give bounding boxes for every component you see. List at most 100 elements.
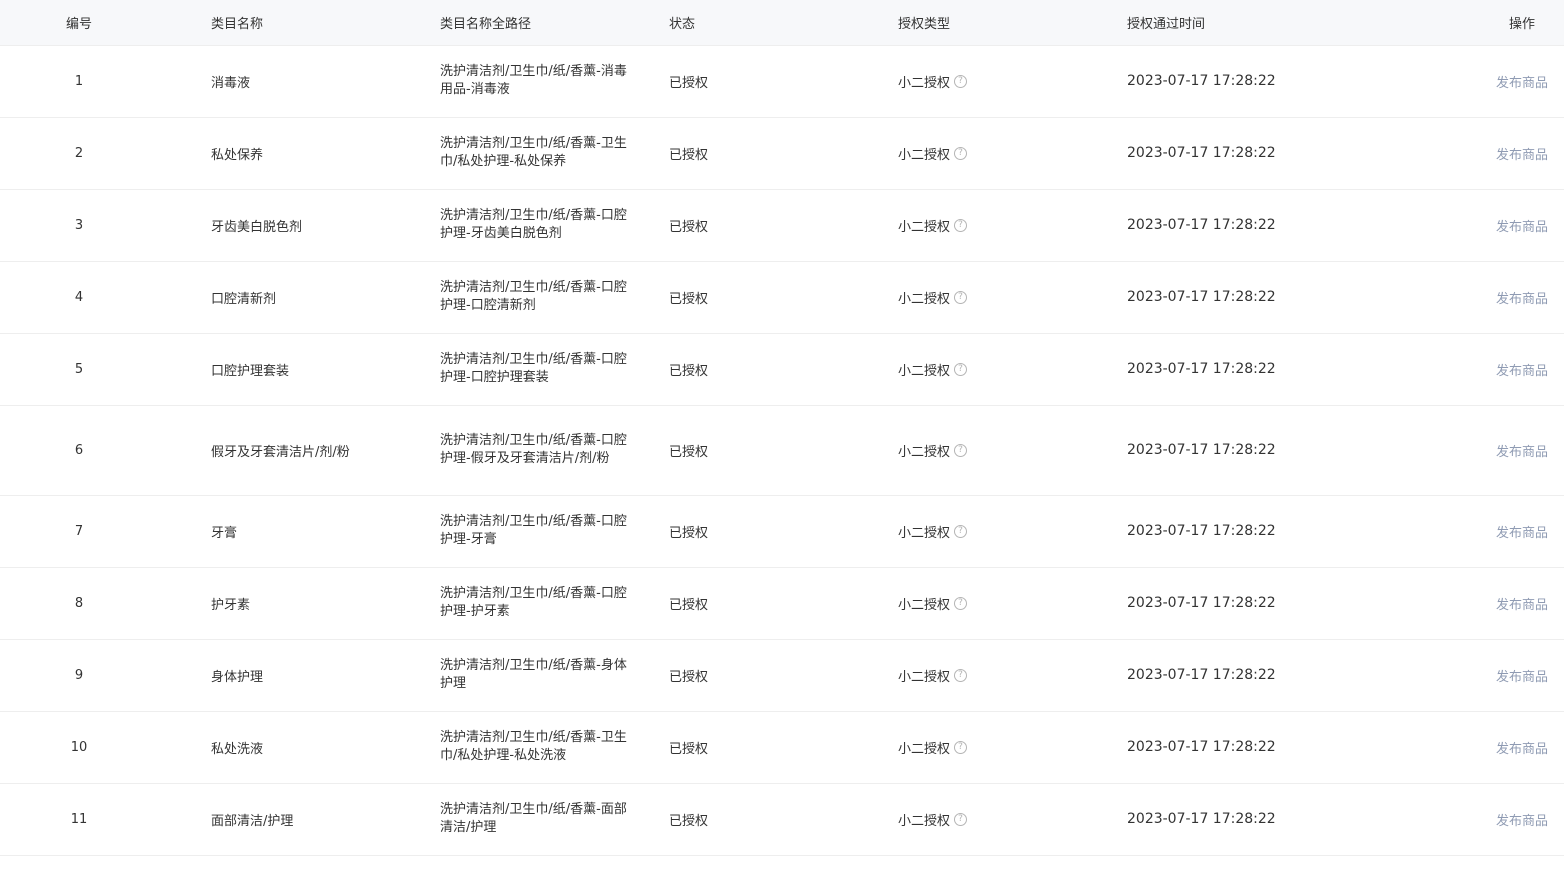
publish-product-link[interactable]: 发布商品: [1496, 220, 1548, 235]
status-text: 已授权: [669, 363, 709, 379]
category-path: 洗护清洁剂/卫生巾/纸/香薰-卫生巾/私处护理-私处保养: [440, 136, 627, 169]
cell-auth-time: 2023-07-17 17:28:22: [1127, 783, 1427, 856]
publish-product-link[interactable]: 发布商品: [1496, 148, 1548, 163]
category-path: 洗护清洁剂/卫生巾/纸/香薰-口腔护理-牙膏: [440, 514, 627, 547]
question-circle-icon[interactable]: ?: [954, 668, 968, 682]
question-circle-icon[interactable]: ?: [954, 290, 968, 304]
cell-status: 已授权: [669, 189, 898, 262]
cell-number: 5: [0, 333, 158, 406]
auth-time: 2023-07-17 17:28:22: [1127, 739, 1276, 755]
category-name: 口腔清新剂: [211, 291, 277, 307]
category-name: 消毒液: [211, 75, 251, 91]
publish-product-link[interactable]: 发布商品: [1496, 742, 1548, 757]
cell-category-path: 洗护清洁剂/卫生巾/纸/香薰-口腔护理-牙膏: [440, 495, 669, 568]
question-circle-icon[interactable]: ?: [954, 362, 968, 376]
auth-type-text: 小二授权: [898, 291, 951, 307]
auth-time: 2023-07-17 17:28:22: [1127, 595, 1276, 611]
row-number: 2: [74, 145, 84, 161]
auth-time: 2023-07-17 17:28:22: [1127, 145, 1276, 161]
cell-category-name: 护牙素: [158, 567, 440, 640]
cell-category-name: 牙齿美白脱色剂: [158, 189, 440, 262]
table-row: 10 私处洗液 洗护清洁剂/卫生巾/纸/香薰-卫生巾/私处护理-私处洗液 已授权 小二授…: [0, 711, 1564, 784]
cell-auth-type: 小二授权?: [898, 711, 1127, 784]
publish-product-link[interactable]: 发布商品: [1496, 670, 1548, 685]
auth-type: 小二授权?: [898, 360, 968, 379]
status-text: 已授权: [669, 444, 709, 460]
cell-auth-type: 小二授权?: [898, 45, 1127, 118]
cell-operation: 发布商品: [1427, 639, 1564, 712]
cell-auth-type: 小二授权?: [898, 405, 1127, 496]
cell-category-path: 洗护清洁剂/卫生巾/纸/香薰-口腔护理-假牙及牙套清洁片/剂/粉: [440, 405, 669, 496]
question-circle-icon[interactable]: ?: [954, 146, 968, 160]
publish-product-link[interactable]: 发布商品: [1496, 814, 1548, 829]
cell-number: 6: [0, 405, 158, 496]
publish-product-link[interactable]: 发布商品: [1496, 598, 1548, 613]
question-circle-icon[interactable]: ?: [954, 740, 968, 754]
cell-auth-time: 2023-07-17 17:28:22: [1127, 711, 1427, 784]
cell-category-path: 洗护清洁剂/卫生巾/纸/香薰-消毒用品-消毒液: [440, 45, 669, 118]
cell-category-name: 身体护理: [158, 639, 440, 712]
row-number: 9: [74, 667, 84, 683]
cell-operation: 发布商品: [1427, 117, 1564, 190]
row-number: 11: [70, 811, 88, 827]
auth-type-text: 小二授权: [898, 219, 951, 235]
publish-product-link[interactable]: 发布商品: [1496, 76, 1548, 91]
category-name: 私处保养: [211, 147, 264, 163]
cell-status: 已授权: [669, 405, 898, 496]
row-number: 7: [74, 523, 84, 539]
table-row: 11 面部清洁/护理 洗护清洁剂/卫生巾/纸/香薰-面部清洁/护理 已授权 小二授权? 2…: [0, 783, 1564, 856]
question-circle-icon[interactable]: ?: [954, 74, 968, 88]
table-row: 4 口腔清新剂 洗护清洁剂/卫生巾/纸/香薰-口腔护理-口腔清新剂 已授权 小二授权? 2…: [0, 261, 1564, 334]
cell-operation: 发布商品: [1427, 189, 1564, 262]
cell-operation: 发布商品: [1427, 567, 1564, 640]
header-auth-time: 授权通过时间: [1127, 0, 1427, 46]
cell-category-name: 面部清洁/护理: [158, 783, 440, 856]
question-circle-icon[interactable]: ?: [954, 596, 968, 610]
auth-type-text: 小二授权: [898, 813, 951, 829]
cell-category-path: 洗护清洁剂/卫生巾/纸/香薰-面部清洁/护理: [440, 783, 669, 856]
header-number: 编号: [0, 0, 158, 46]
category-name: 面部清洁/护理: [211, 813, 294, 829]
publish-product-link[interactable]: 发布商品: [1496, 364, 1548, 379]
category-path: 洗护清洁剂/卫生巾/纸/香薰-面部清洁/护理: [440, 802, 627, 835]
cell-number: 8: [0, 567, 158, 640]
cell-category-path: 洗护清洁剂/卫生巾/纸/香薰-口腔护理-口腔护理套装: [440, 333, 669, 406]
auth-type: 小二授权?: [898, 810, 968, 829]
category-name: 牙齿美白脱色剂: [211, 219, 303, 235]
row-number: 4: [74, 289, 84, 305]
category-path: 洗护清洁剂/卫生巾/纸/香薰-卫生巾/私处护理-私处洗液: [440, 730, 627, 763]
row-number: 3: [74, 217, 84, 233]
cell-auth-time: 2023-07-17 17:28:22: [1127, 495, 1427, 568]
cell-category-path: 洗护清洁剂/卫生巾/纸/香薰-身体护理: [440, 639, 669, 712]
question-circle-icon[interactable]: ?: [954, 443, 968, 457]
category-path: 洗护清洁剂/卫生巾/纸/香薰-口腔护理-牙齿美白脱色剂: [440, 208, 627, 241]
auth-type-text: 小二授权: [898, 669, 951, 685]
auth-type-text: 小二授权: [898, 363, 951, 379]
category-name: 口腔护理套装: [211, 363, 290, 379]
row-number: 10: [70, 739, 88, 755]
auth-type: 小二授权?: [898, 144, 968, 163]
cell-auth-type: 小二授权?: [898, 783, 1127, 856]
category-name: 牙膏: [211, 525, 238, 541]
table-row: 1 消毒液 洗护清洁剂/卫生巾/纸/香薰-消毒用品-消毒液 已授权 小二授权? 2023-…: [0, 45, 1564, 118]
table-body: 1 消毒液 洗护清洁剂/卫生巾/纸/香薰-消毒用品-消毒液 已授权 小二授权? 2023-…: [0, 45, 1564, 856]
auth-type: 小二授权?: [898, 522, 968, 541]
auth-type: 小二授权?: [898, 594, 968, 613]
status-text: 已授权: [669, 75, 709, 91]
cell-operation: 发布商品: [1427, 783, 1564, 856]
question-circle-icon[interactable]: ?: [954, 812, 968, 826]
auth-type-text: 小二授权: [898, 597, 951, 613]
cell-auth-type: 小二授权?: [898, 495, 1127, 568]
question-circle-icon[interactable]: ?: [954, 524, 968, 538]
publish-product-link[interactable]: 发布商品: [1496, 526, 1548, 541]
category-authorization-table: 编号 类目名称 类目名称全路径 状态 授权类型 授权通过时间 操作 1 消毒液 洗护…: [0, 0, 1564, 856]
cell-category-name: 私处洗液: [158, 711, 440, 784]
question-circle-icon[interactable]: ?: [954, 218, 968, 232]
cell-status: 已授权: [669, 711, 898, 784]
publish-product-link[interactable]: 发布商品: [1496, 445, 1548, 460]
table-row: 2 私处保养 洗护清洁剂/卫生巾/纸/香薰-卫生巾/私处护理-私处保养 已授权 小二授权…: [0, 117, 1564, 190]
cell-auth-time: 2023-07-17 17:28:22: [1127, 261, 1427, 334]
cell-number: 2: [0, 117, 158, 190]
category-path: 洗护清洁剂/卫生巾/纸/香薰-消毒用品-消毒液: [440, 64, 627, 97]
publish-product-link[interactable]: 发布商品: [1496, 292, 1548, 307]
